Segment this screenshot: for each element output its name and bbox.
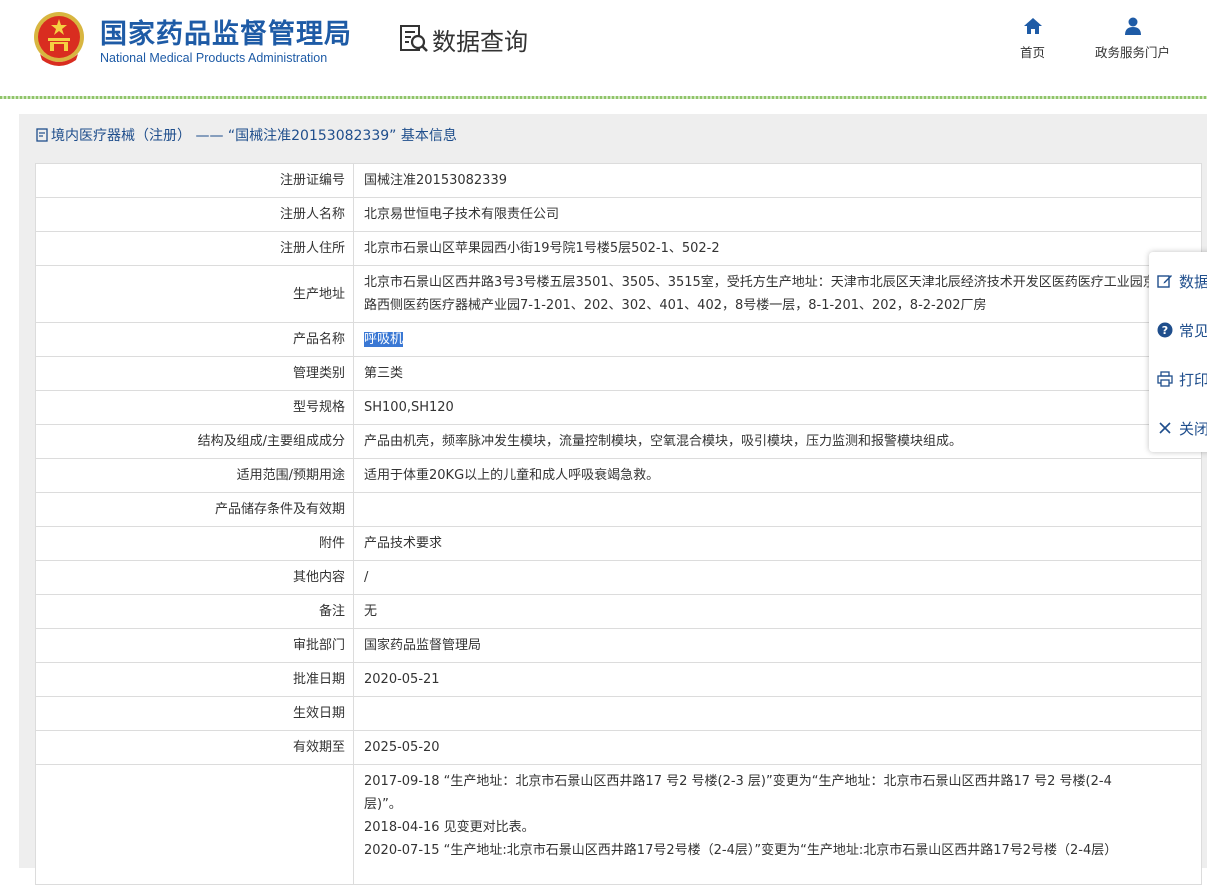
- user-icon: [1124, 17, 1141, 35]
- table-row: 适用范围/预期用途 适用于体重20KG以上的儿童和成人呼吸衰竭急救。: [35, 458, 1202, 493]
- table-row: 附件 产品技术要求: [35, 526, 1202, 561]
- breadcrumb-text: 境内医疗器械（注册） —— “国械注准20153082339” 基本信息: [51, 128, 457, 144]
- table-row: 产品储存条件及有效期: [35, 492, 1202, 527]
- row-value: 2025-05-20: [353, 730, 1202, 765]
- side-toolbar: 数据 ? 常见 打印 关闭: [1149, 252, 1207, 452]
- row-label: 生产地址: [35, 265, 354, 323]
- row-label: 管理类别: [35, 356, 354, 391]
- row-value: SH100,SH120: [353, 390, 1202, 425]
- data-query-title: 数据查询: [398, 22, 528, 56]
- row-value: 无: [353, 594, 1202, 629]
- table-row: 型号规格 SH100,SH120: [35, 390, 1202, 425]
- table-row: 注册人住所 北京市石景山区苹果园西小街19号院1号楼5层502-1、502-2: [35, 231, 1202, 266]
- edit-icon: [1157, 275, 1172, 288]
- breadcrumb: 境内医疗器械（注册） —— “国械注准20153082339” 基本信息: [36, 124, 457, 146]
- table-row: 生产地址 北京市石景山区西井路3号3号楼五层3501、3505、3515室，受托方…: [35, 265, 1202, 323]
- row-value: 国家药品监督管理局: [353, 628, 1202, 663]
- row-label: 适用范围/预期用途: [35, 458, 354, 493]
- change-history: 2017-09-18 “生产地址：北京市石景山区西井路17 号2 号楼(2-3 …: [353, 764, 1202, 885]
- side-faq-label: 常见: [1179, 321, 1207, 340]
- change-line: 2018-04-16 见变更对比表。: [364, 820, 535, 835]
- print-icon: [1157, 371, 1173, 387]
- selected-product-name: 呼吸机: [364, 332, 404, 347]
- row-label: 审批部门: [35, 628, 354, 663]
- row-label: 注册人名称: [35, 197, 354, 232]
- header-divider: [0, 96, 1207, 99]
- row-label: 产品储存条件及有效期: [35, 492, 354, 527]
- home-icon: [1023, 18, 1042, 34]
- row-label-changes: [35, 764, 354, 885]
- site-header: 国家药品监督管理局 National Medical Products Admi…: [0, 0, 1207, 96]
- row-value: 北京市石景山区苹果园西小街19号院1号楼5层502-1、502-2: [353, 231, 1202, 266]
- table-row: 注册证编号 国械注准20153082339: [35, 163, 1202, 198]
- side-data-button[interactable]: 数据: [1157, 269, 1207, 293]
- side-close-label: 关闭: [1179, 419, 1207, 438]
- row-value: 产品技术要求: [353, 526, 1202, 561]
- nav-home[interactable]: 首页: [1020, 16, 1045, 61]
- row-label: 批准日期: [35, 662, 354, 697]
- question-icon: ?: [1157, 322, 1173, 338]
- table-row: 生效日期: [35, 696, 1202, 731]
- row-label: 其他内容: [35, 560, 354, 595]
- row-label: 附件: [35, 526, 354, 561]
- table-row: 备注无: [35, 594, 1202, 629]
- table-row: 批准日期 2020-05-21: [35, 662, 1202, 697]
- info-table: 注册证编号 国械注准20153082339 注册人名称 北京易世恒电子技术有限责任公…: [35, 163, 1202, 885]
- row-value: [353, 696, 1202, 731]
- side-data-label: 数据: [1179, 272, 1207, 291]
- row-label: 型号规格: [35, 390, 354, 425]
- table-row: 管理类别 第三类: [35, 356, 1202, 391]
- change-line: 2017-09-18 “生产地址：北京市石景山区西井路17 号2 号楼(2-3 …: [364, 774, 1112, 789]
- row-value: 北京易世恒电子技术有限责任公司: [353, 197, 1202, 232]
- change-line: 2020-07-15 “生产地址:北京市石景山区西井路17号2号楼（2-4层）”…: [364, 843, 1118, 858]
- row-value: 北京市石景山区西井路3号3号楼五层3501、3505、3515室，受托方生产地址…: [353, 265, 1202, 323]
- table-row: 结构及组成/主要组成成分 产品由机壳，频率脉冲发生模块，流量控制模块，空氧混合模块…: [35, 424, 1202, 459]
- row-value: 产品由机壳，频率脉冲发生模块，流量控制模块，空氧混合模块，吸引模块，压力监测和报…: [353, 424, 1202, 459]
- row-value: 呼吸机: [353, 322, 1202, 357]
- section-title: 数据查询: [432, 27, 528, 56]
- change-line: 层)”。: [364, 797, 402, 812]
- row-label: 注册人住所: [35, 231, 354, 266]
- close-icon: [1159, 422, 1171, 434]
- table-row: 有效期至 2025-05-20: [35, 730, 1202, 765]
- org-name-en: National Medical Products Administration: [100, 51, 328, 65]
- document-icon: [36, 128, 48, 142]
- side-print-label: 打印: [1179, 370, 1207, 389]
- row-label: 有效期至: [35, 730, 354, 765]
- nav-home-label: 首页: [1020, 45, 1046, 60]
- row-value: 2020-05-21: [353, 662, 1202, 697]
- org-name-cn: 国家药品监督管理局: [100, 19, 352, 50]
- row-label: 注册证编号: [35, 163, 354, 198]
- row-value: 第三类: [353, 356, 1202, 391]
- row-value: /: [353, 560, 1202, 595]
- table-row: 2017-09-18 “生产地址：北京市石景山区西井路17 号2 号楼(2-3 …: [35, 764, 1202, 885]
- row-value: 国械注准20153082339: [353, 163, 1202, 198]
- nav-gov-portal[interactable]: 政务服务门户: [1095, 16, 1170, 61]
- side-close-button[interactable]: 关闭: [1157, 416, 1207, 440]
- row-value: 适用于体重20KG以上的儿童和成人呼吸衰竭急救。: [353, 458, 1202, 493]
- document-search-icon: [400, 25, 428, 52]
- detail-panel: 境内医疗器械（注册） —— “国械注准20153082339” 基本信息 注册证…: [19, 114, 1207, 885]
- row-label: 生效日期: [35, 696, 354, 731]
- side-faq-button[interactable]: ? 常见: [1157, 318, 1207, 342]
- svg-text:?: ?: [1162, 324, 1168, 337]
- row-label: 结构及组成/主要组成成分: [35, 424, 354, 459]
- table-row: 产品名称 呼吸机: [35, 322, 1202, 357]
- side-print-button[interactable]: 打印: [1157, 367, 1207, 391]
- row-label: 产品名称: [35, 322, 354, 357]
- table-row: 注册人名称 北京易世恒电子技术有限责任公司: [35, 197, 1202, 232]
- table-row: 其他内容 /: [35, 560, 1202, 595]
- national-emblem-icon: [34, 12, 84, 66]
- table-row: 审批部门 国家药品监督管理局: [35, 628, 1202, 663]
- row-value: [353, 492, 1202, 527]
- row-label: 备注: [35, 594, 354, 629]
- nav-gov-portal-label: 政务服务门户: [1095, 45, 1171, 60]
